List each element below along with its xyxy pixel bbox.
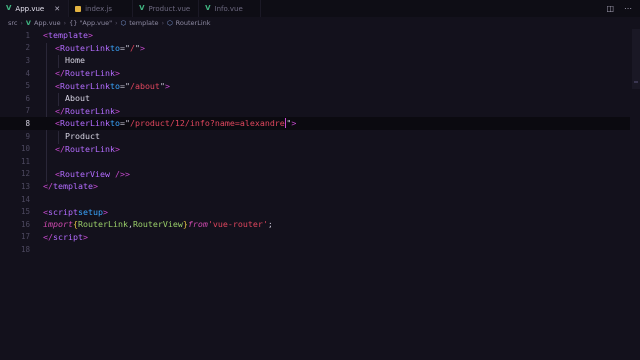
- code-line: 17 </script >: [0, 231, 630, 244]
- tab-label: App.vue: [15, 4, 45, 13]
- split-editor-icon[interactable]: ◫: [606, 4, 614, 13]
- line-number: 4: [25, 68, 30, 78]
- line-number: 10: [20, 144, 30, 154]
- code-line: 13 </template >: [0, 180, 630, 193]
- scroll-marker: [634, 81, 638, 83]
- breadcrumb: src › V App.vue › {} "App.vue" › ⬡ templ…: [0, 17, 640, 29]
- chevron-right-icon: ›: [161, 19, 164, 27]
- tab-app-vue[interactable]: V App.vue ✕: [0, 0, 70, 17]
- chevron-right-icon: ›: [63, 19, 67, 27]
- close-icon[interactable]: ✕: [54, 5, 60, 13]
- code-line: 7 </RouterLink >: [0, 105, 630, 118]
- code-line: 10 </RouterLink >: [0, 142, 630, 155]
- editor-tab-bar: V App.vue ✕ index.js V Product.vue V Inf…: [0, 0, 640, 17]
- code-line: 14: [0, 193, 630, 206]
- js-icon: [75, 5, 82, 12]
- code-line: 3 Home: [0, 54, 630, 67]
- line-number: 9: [25, 131, 30, 141]
- chevron-right-icon: ›: [20, 19, 23, 27]
- code-line: 4 </RouterLink >: [0, 67, 630, 80]
- code-line: 6 About: [0, 92, 630, 105]
- breadcrumb-object[interactable]: {} "App.vue": [69, 19, 112, 27]
- line-number: 6: [25, 93, 30, 103]
- code-line-current: 8 < RouterLink to = "/product/12/info?name=…: [0, 117, 630, 130]
- code-line: 16 import {RouterLink, RouterView} from …: [0, 218, 630, 231]
- vertical-scrollbar[interactable]: [632, 29, 640, 89]
- line-number: 8: [25, 118, 30, 128]
- line-number: 2: [25, 43, 30, 53]
- line-number: 7: [25, 106, 30, 116]
- line-number: 5: [25, 81, 30, 91]
- line-number: 3: [25, 55, 30, 65]
- line-number: 15: [20, 207, 30, 217]
- vue-icon: V: [139, 4, 145, 12]
- breadcrumb-template[interactable]: template: [129, 19, 158, 27]
- tab-product-vue[interactable]: V Product.vue: [133, 0, 200, 17]
- tab-info-vue[interactable]: V Info.vue: [199, 0, 262, 17]
- symbol-icon: ⬡: [166, 19, 173, 27]
- line-number: 14: [20, 194, 30, 204]
- tab-label: index.js: [85, 4, 113, 13]
- code-line: 2 < RouterLink to = " / " >: [0, 42, 630, 55]
- line-number: 12: [20, 169, 30, 179]
- code-line: 15 < script setup >: [0, 205, 630, 218]
- tab-label: Info.vue: [214, 4, 243, 13]
- vue-icon: V: [205, 4, 211, 12]
- line-number: 1: [25, 30, 30, 40]
- code-editor[interactable]: 1 < template > 2 < RouterLink to = " / " > 3 Hom…: [0, 29, 640, 360]
- tab-index-js[interactable]: index.js: [69, 0, 134, 17]
- code-line: 5 < RouterLink to = "/about " >: [0, 79, 630, 92]
- vue-icon: V: [25, 19, 31, 27]
- breadcrumb-folder[interactable]: src: [8, 19, 18, 27]
- code-line: 1 < template >: [0, 29, 630, 42]
- line-number: 18: [20, 244, 30, 254]
- code-line: 9 Product: [0, 130, 630, 143]
- code-line: 12 < RouterView /> >: [0, 168, 630, 181]
- line-number: 13: [20, 181, 30, 191]
- code-line: 11: [0, 155, 630, 168]
- breadcrumb-file[interactable]: App.vue: [34, 19, 61, 27]
- code-line: 18: [0, 243, 630, 256]
- line-number: 17: [20, 232, 30, 242]
- breadcrumb-symbol[interactable]: RouterLink: [176, 19, 211, 27]
- symbol-icon: ⬡: [120, 19, 127, 27]
- line-number: 11: [20, 156, 30, 166]
- line-number: 16: [20, 219, 30, 229]
- vue-icon: V: [6, 4, 12, 12]
- more-actions-icon[interactable]: ⋯: [624, 4, 632, 13]
- chevron-right-icon: ›: [115, 19, 118, 27]
- tab-label: Product.vue: [148, 4, 191, 13]
